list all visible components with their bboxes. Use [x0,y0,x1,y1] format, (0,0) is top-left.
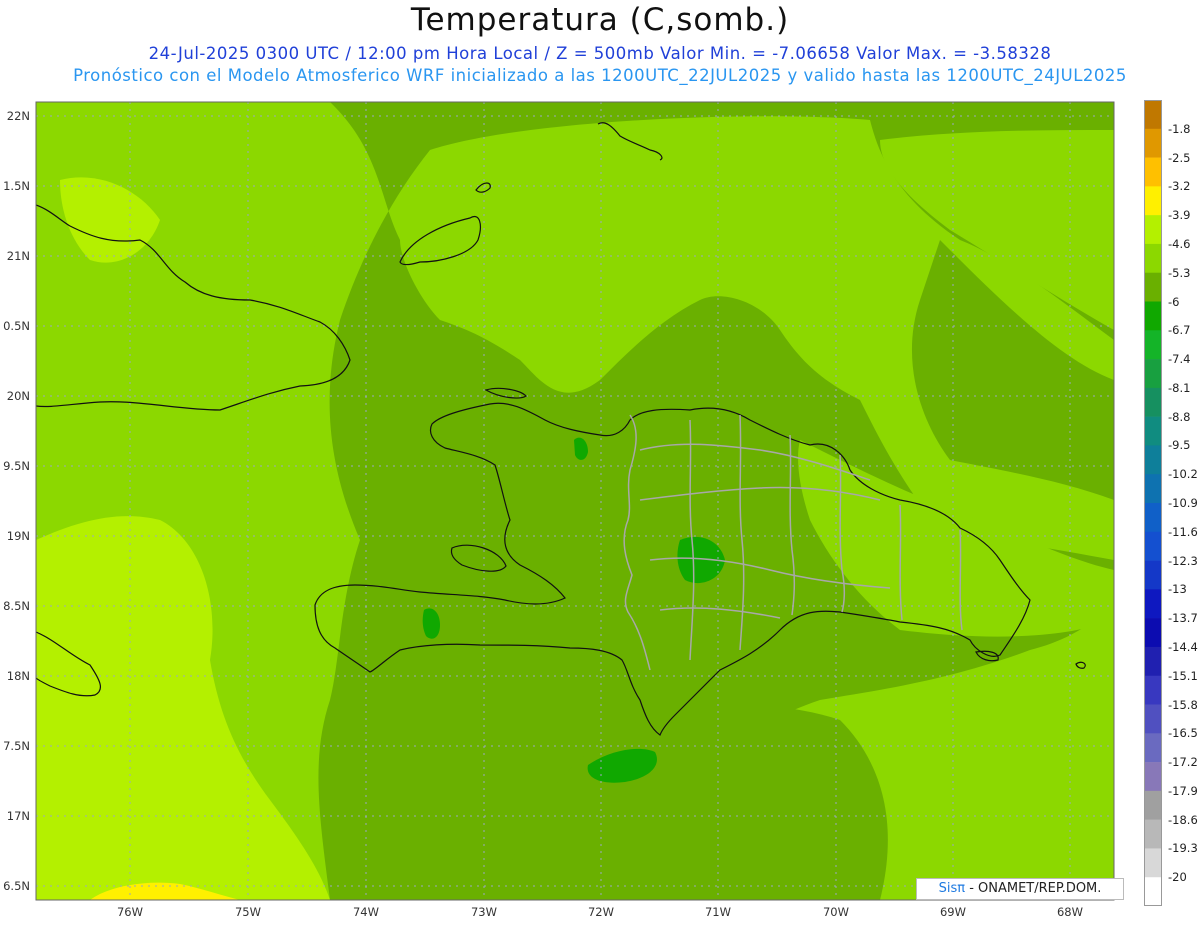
lon-label-74w: 74W [352,905,379,919]
lon-label-72w: 72W [587,905,614,919]
colorbar-level-label: -15.1 [1168,668,1198,683]
colorbar-swatch [1144,243,1162,274]
temperature-map [35,101,1115,901]
colorbar-swatch [1144,618,1162,648]
colorbar [1144,100,1162,906]
lat-label-18-5n: 8.5N [3,599,30,613]
colorbar-swatch [1144,416,1162,446]
colorbar-level-label: -1.8 [1168,121,1191,136]
lat-label-16-5n: 6.5N [3,879,30,893]
credit-box: Sisπ - ONAMET/REP.DOM. [916,878,1124,900]
colorbar-level-label: -13 [1168,582,1187,597]
colorbar-swatch [1144,157,1162,187]
lat-label-21n: 21N [6,249,30,263]
colorbar-level-label: -10.9 [1168,496,1198,510]
lon-label-70w: 70W [822,905,849,919]
lat-label-21-5n: 1.5N [3,179,30,193]
lat-label-20-5n: 0.5N [3,319,30,333]
colorbar-swatch [1144,301,1162,331]
colorbar-level-label: -11.6 [1168,524,1198,539]
colorbar-level-label: -12.3 [1168,553,1198,568]
lon-label-75w: 75W [234,905,261,919]
colorbar-level-label: -17.9 [1168,783,1198,798]
colorbar-swatch [1144,503,1162,533]
colorbar-level-label: -14.4 [1168,639,1198,654]
colorbar-swatch [1144,733,1162,763]
lon-label-71w: 71W [704,905,731,919]
colorbar-level-label: -17.2 [1168,755,1198,770]
colorbar-level-label: -4.6 [1168,236,1191,251]
sis-brand-logo: Sisπ [938,881,966,896]
colorbar-level-label: -7.4 [1168,352,1191,367]
lat-label-18n: 18N [6,669,30,683]
colorbar-swatch [1144,589,1162,619]
colorbar-level-label: -6 [1168,294,1180,309]
colorbar-swatch [1144,560,1162,590]
colorbar-swatch [1144,646,1162,677]
lat-label-17-5n: 7.5N [3,739,30,753]
lat-label-17n: 17N [6,809,30,823]
colorbar-swatch [1144,531,1162,561]
colorbar-swatch [1144,330,1162,360]
colorbar-level-label: -5.3 [1168,265,1191,280]
colorbar-swatch [1144,445,1162,475]
lon-label-76w: 76W [116,905,143,919]
lat-label-22n: 22N [6,109,30,123]
shaded-field [36,102,1114,900]
colorbar-level-label: -15.8 [1168,697,1198,712]
colorbar-level-label: -8.1 [1168,380,1191,395]
colorbar-swatch [1144,819,1162,849]
colorbar-swatch [1144,790,1162,820]
colorbar-swatch [1144,762,1162,792]
colorbar-level-label: -16.5 [1168,726,1198,741]
colorbar-level-label: -10.2 [1168,467,1198,482]
colorbar-level-label: -3.9 [1168,208,1191,223]
colorbar-swatch [1144,387,1162,417]
colorbar-level-label: -20 [1168,870,1187,885]
colorbar-swatch [1144,474,1162,504]
lon-label-69w: 69W [939,905,966,919]
lat-label-19n: 19N [6,529,30,543]
colorbar-level-label: -13.7 [1168,611,1198,626]
colorbar-swatch [1144,272,1162,302]
colorbar-level-label: -19.3 [1168,841,1198,856]
colorbar-swatch [1144,877,1162,906]
lat-label-19-5n: 9.5N [3,459,30,473]
colorbar-level-label: -8.8 [1168,409,1191,424]
colorbar-swatch [1144,848,1162,878]
colorbar-swatch [1144,675,1162,705]
colorbar-swatch [1144,359,1162,389]
lat-label-20n: 20N [6,389,30,403]
colorbar-swatch [1144,704,1162,734]
colorbar-level-label: -3.2 [1168,179,1191,194]
lon-label-68w: 68W [1056,905,1083,919]
colorbar-swatch [1144,100,1162,130]
colorbar-level-label: -18.6 [1168,812,1198,827]
colorbar-swatch [1144,128,1162,158]
colorbar-swatch [1144,215,1162,245]
credit-text: - ONAMET/REP.DOM. [965,881,1102,896]
colorbar-level-label: -6.7 [1168,323,1191,338]
colorbar-level-label: -9.5 [1168,438,1191,453]
colorbar-swatch [1144,186,1162,216]
colorbar-level-label: -2.5 [1168,150,1191,165]
lon-label-73w: 73W [470,905,497,919]
